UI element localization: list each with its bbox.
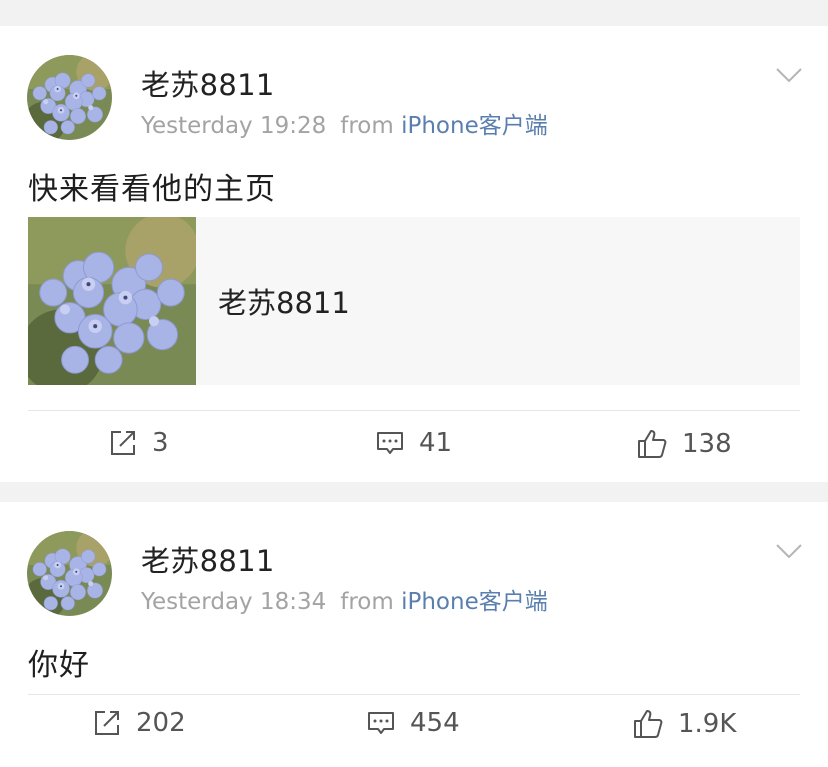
like-button[interactable]: 1.9K [632,708,736,740]
post-source-link[interactable]: iPhone客户端 [401,589,548,615]
chevron-down-icon[interactable] [775,542,803,560]
like-count: 1.9K [678,709,737,739]
repost-button[interactable]: 3 [108,428,169,458]
post-meta: Yesterday 19:28 from iPhone客户端 [141,106,548,140]
repost-icon [111,431,135,455]
comment-count: 41 [419,428,453,458]
thumbs-up-icon [634,710,663,738]
repost-count: 202 [136,708,186,738]
chevron-down-icon[interactable] [775,66,803,84]
post-content: 你好 [28,648,90,683]
repost-icon [95,711,119,735]
comment-count: 454 [410,708,460,738]
feed-post: 老苏8811 Yesterday 18:34 from iPhone客户端 你好 … [0,502,828,767]
post-source-link[interactable]: iPhone客户端 [401,113,548,139]
like-count: 138 [682,429,732,459]
card-thumbnail [28,217,196,385]
username[interactable]: 老苏8811 [141,538,275,580]
avatar-flower-image [27,55,112,140]
repost-count: 3 [152,428,169,458]
post-time: Yesterday 19:28 [141,113,327,139]
feed-post: 老苏8811 Yesterday 19:28 from iPhone客户端 快来看… [0,26,828,482]
comment-icon [377,432,403,454]
divider [28,410,800,411]
from-label: from [340,589,394,615]
from-label: from [340,113,394,139]
avatar-flower-image [27,531,112,616]
card-title: 老苏8811 [218,286,350,320]
profile-card[interactable]: 老苏8811 [28,217,800,385]
divider [28,694,800,695]
avatar[interactable] [27,55,112,140]
comment-button[interactable]: 41 [375,428,452,458]
repost-button[interactable]: 202 [92,708,186,738]
avatar[interactable] [27,531,112,616]
card-flower-image [28,217,196,385]
post-content: 快来看看他的主页 [28,172,276,207]
comment-icon [368,712,394,734]
username[interactable]: 老苏8811 [141,62,275,104]
comment-button[interactable]: 454 [366,708,460,738]
like-button[interactable]: 138 [636,428,732,460]
post-time: Yesterday 18:34 [141,589,327,615]
thumbs-up-icon [638,430,667,458]
post-meta: Yesterday 18:34 from iPhone客户端 [141,582,548,616]
